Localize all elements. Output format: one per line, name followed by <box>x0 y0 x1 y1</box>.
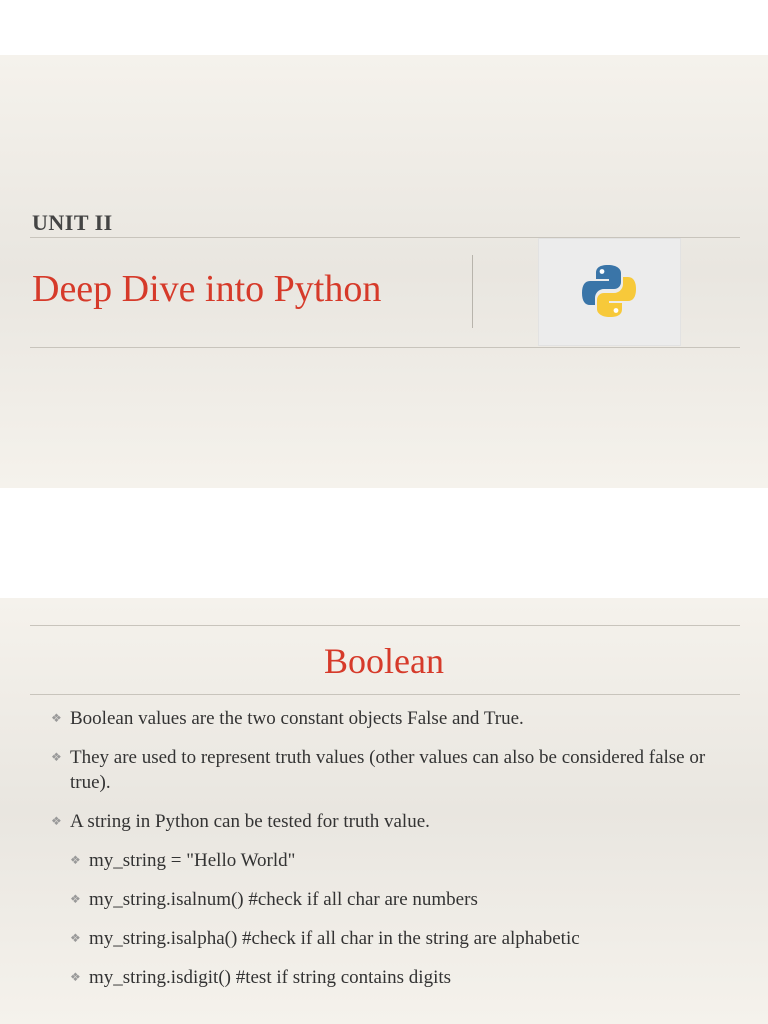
boolean-slide: Boolean ❖ Boolean values are the two con… <box>0 598 768 1024</box>
list-item: ❖ my_string.isalnum() #check if all char… <box>0 887 768 912</box>
slide-title: Boolean <box>324 641 444 681</box>
bullet-text: my_string.isalpha() #check if all char i… <box>89 928 580 949</box>
bullet-text: my_string.isalnum() #check if all char a… <box>89 889 478 910</box>
bottom-divider <box>30 347 740 348</box>
vertical-divider <box>472 255 473 328</box>
diamond-bullet-icon: ❖ <box>51 750 62 764</box>
python-logo-icon <box>582 265 636 317</box>
unit-label: UNIT II <box>32 210 113 235</box>
bullet-text: my_string = "Hello World" <box>89 850 296 871</box>
bullet-list: ❖ Boolean values are the two constant ob… <box>0 706 768 1004</box>
title-bottom-divider <box>30 694 740 695</box>
bullet-text: my_string.isdigit() #test if string cont… <box>89 967 452 988</box>
bullet-text: A string in Python can be tested for tru… <box>70 811 430 832</box>
title-slide: UNIT II Deep Dive into Python <box>0 55 768 488</box>
diamond-bullet-icon: ❖ <box>70 970 81 984</box>
list-item: ❖ my_string = "Hello World" <box>0 848 768 873</box>
list-item: ❖ my_string.isalpha() #check if all char… <box>0 926 768 951</box>
diamond-bullet-icon: ❖ <box>51 711 62 725</box>
python-logo-frame <box>538 238 681 346</box>
document-page: UNIT II Deep Dive into Python Boolean ❖ … <box>0 0 768 1024</box>
diamond-bullet-icon: ❖ <box>51 814 62 828</box>
bullet-text: They are used to represent truth values … <box>70 747 706 793</box>
title-top-divider <box>30 625 740 626</box>
slide-main-title: Deep Dive into Python <box>32 268 382 310</box>
list-item: ❖ A string in Python can be tested for t… <box>0 809 768 834</box>
diamond-bullet-icon: ❖ <box>70 931 81 945</box>
diamond-bullet-icon: ❖ <box>70 853 81 867</box>
list-item: ❖ Boolean values are the two constant ob… <box>0 706 768 731</box>
bullet-text: Boolean values are the two constant obje… <box>70 708 524 729</box>
diamond-bullet-icon: ❖ <box>70 892 81 906</box>
list-item: ❖ They are used to represent truth value… <box>0 745 768 795</box>
list-item: ❖ my_string.isdigit() #test if string co… <box>0 965 768 990</box>
